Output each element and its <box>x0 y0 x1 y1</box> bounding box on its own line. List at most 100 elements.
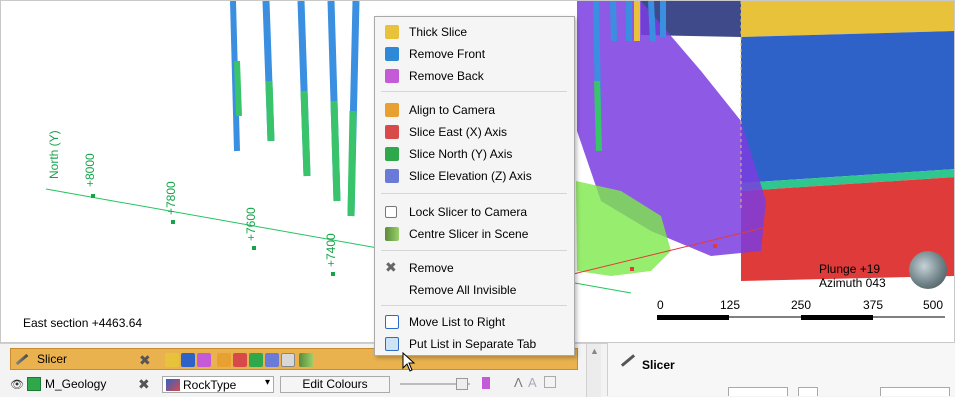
lock-icon[interactable] <box>281 353 295 367</box>
shape-list-row-geology[interactable]: 👁 M_Geology ✖ RockType ▾ Edit Colours Λ … <box>10 373 578 395</box>
menu-item-remove[interactable]: ✖ Remove <box>375 257 574 279</box>
menu-item-remove-back[interactable]: Remove Back <box>375 65 574 87</box>
menu-item-label: Slice East (X) Axis <box>409 125 508 139</box>
menu-item-label: Thick Slice <box>409 25 468 39</box>
axis-tick-mark <box>252 246 256 250</box>
thick-slice-icon <box>385 25 399 39</box>
remove-back-icon[interactable] <box>197 353 211 367</box>
colour-scheme-icon <box>166 378 180 391</box>
menu-item-slice-east[interactable]: Slice East (X) Axis <box>375 121 574 143</box>
menu-item-slice-elevation[interactable]: Slice Elevation (Z) Axis <box>375 165 574 187</box>
slice-elevation-icon[interactable] <box>265 353 279 367</box>
menu-item-label: Slice North (Y) Axis <box>409 147 513 161</box>
context-menu: Thick Slice Remove Front Remove Back Ali… <box>374 16 575 356</box>
menu-item-remove-all-invisible[interactable]: Remove All Invisible <box>375 279 574 301</box>
axis-tick-mark <box>796 219 800 223</box>
drillhole-segment <box>234 60 242 117</box>
drillhole-segment <box>300 90 311 177</box>
table-icon[interactable] <box>544 376 556 388</box>
menu-separator <box>381 305 567 306</box>
scrollbar[interactable]: ▲ <box>586 344 601 397</box>
align-camera-icon[interactable] <box>217 353 231 367</box>
menu-item-label: Lock Slicer to Camera <box>409 205 528 219</box>
slice-elevation-icon <box>385 169 399 183</box>
scroll-up-icon[interactable]: ▲ <box>590 346 599 356</box>
property-button[interactable] <box>798 387 818 396</box>
chevron-down-icon: ▾ <box>264 377 270 388</box>
model-block-blue <box>741 31 954 183</box>
checkbox-icon[interactable] <box>385 206 397 218</box>
scale-tick-label: 375 <box>863 298 884 312</box>
slice-east-icon[interactable] <box>233 353 247 367</box>
property-field[interactable] <box>880 387 950 396</box>
centre-slicer-icon[interactable] <box>299 353 313 367</box>
drillhole-segment <box>330 100 341 202</box>
drillhole-segment <box>594 80 602 152</box>
slicer-icon <box>620 354 636 367</box>
opacity-slider-handle[interactable] <box>456 378 468 390</box>
menu-item-move-list-right[interactable]: Move List to Right <box>375 311 574 333</box>
menu-item-label: Align to Camera <box>409 103 496 117</box>
properties-title: Slicer <box>642 358 675 372</box>
visibility-eye-icon[interactable]: 👁 <box>10 378 24 391</box>
axis-tick-mark <box>331 272 335 276</box>
remove-icon[interactable]: ✖ <box>139 352 151 369</box>
section-label: East section +4463.64 <box>23 316 143 330</box>
mouse-cursor-icon <box>402 352 416 372</box>
thick-slice-icon[interactable] <box>165 353 179 367</box>
north-axis-title: North (Y) <box>47 130 61 179</box>
menu-item-lock-slicer[interactable]: Lock Slicer to Camera <box>375 201 574 223</box>
remove-icon: ✖ <box>385 259 397 275</box>
axis-tick-mark <box>171 220 175 224</box>
menu-item-label: Centre Slicer in Scene <box>409 227 529 241</box>
scale-bar-segment <box>801 315 873 320</box>
align-camera-icon <box>385 103 399 117</box>
axis-tick-label: +7800 <box>164 181 178 215</box>
row-label: Slicer <box>37 352 68 366</box>
drillhole-segment <box>265 80 275 142</box>
scale-tick-label: 125 <box>720 298 741 312</box>
axis-tick-mark <box>91 194 95 198</box>
menu-item-label: Remove All Invisible <box>409 283 517 297</box>
menu-item-label: Slice Elevation (Z) Axis <box>409 169 532 183</box>
menu-item-label: Remove <box>409 261 454 275</box>
remove-back-icon <box>385 69 399 83</box>
remove-front-icon[interactable] <box>181 353 195 367</box>
axis-tick-label: +7600 <box>244 207 258 241</box>
menu-item-align-camera[interactable]: Align to Camera <box>375 99 574 121</box>
row-label: M_Geology <box>44 377 107 391</box>
axis-tick-label: +7400 <box>324 233 338 267</box>
menu-separator <box>381 250 567 251</box>
axis-tick-mark <box>879 194 883 198</box>
centre-slicer-icon <box>385 227 399 241</box>
plunge-label: Plunge +19 <box>819 262 881 276</box>
menu-item-centre-slicer[interactable]: Centre Slicer in Scene <box>375 223 574 245</box>
azimuth-label: Azimuth 043 <box>819 276 886 290</box>
orientation-readout: Plunge +19 Azimuth 043 <box>819 262 886 290</box>
remove-icon[interactable]: ✖ <box>138 376 150 393</box>
slice-north-icon <box>385 147 399 161</box>
scale-bar-segment <box>657 315 729 320</box>
view-orientation-globe-icon[interactable] <box>909 251 947 289</box>
property-field[interactable] <box>728 387 788 396</box>
menu-item-label: Remove Front <box>409 47 486 61</box>
slice-north-icon[interactable] <box>249 353 263 367</box>
rendering-icon[interactable] <box>482 377 490 389</box>
separate-tab-icon <box>385 337 399 351</box>
menu-separator <box>381 193 567 194</box>
menu-item-remove-front[interactable]: Remove Front <box>375 43 574 65</box>
slice-east-icon <box>385 125 399 139</box>
colour-by-select[interactable]: RockType ▾ <box>162 376 274 393</box>
properties-panel: Slicer <box>607 343 955 396</box>
menu-item-slice-north[interactable]: Slice North (Y) Axis <box>375 143 574 165</box>
font-icon[interactable]: A <box>528 375 537 390</box>
wireframe-icon[interactable]: Λ <box>514 375 523 390</box>
menu-item-thick-slice[interactable]: Thick Slice <box>375 21 574 43</box>
drillhole <box>648 1 656 42</box>
drillhole <box>610 1 617 42</box>
move-list-icon <box>385 315 399 329</box>
axis-tick-mark <box>630 267 634 271</box>
remove-front-icon <box>385 47 399 61</box>
colour-by-value: RockType <box>183 377 237 392</box>
edit-colours-button[interactable]: Edit Colours <box>280 376 390 393</box>
